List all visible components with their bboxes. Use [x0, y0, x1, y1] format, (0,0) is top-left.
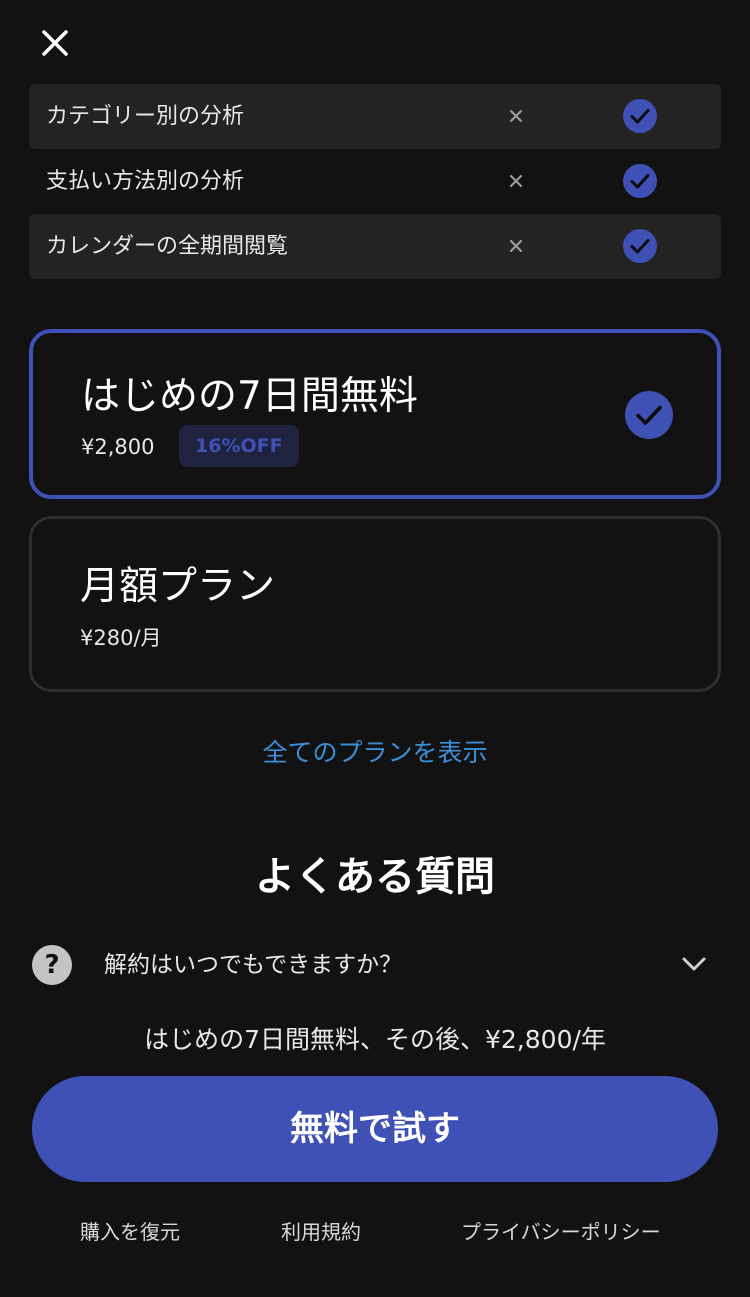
feature-row-category: カテゴリー別の分析: [29, 84, 721, 149]
x-icon: [507, 107, 525, 125]
check-icon: [623, 99, 657, 133]
terms-link[interactable]: 利用規約: [281, 1216, 361, 1245]
faq-item[interactable]: ? 解約はいつでもできますか？: [0, 936, 750, 996]
chevron-down-icon[interactable]: [681, 954, 707, 974]
plan-title: 月額プラン: [80, 564, 276, 609]
faq-question: 解約はいつでもできますか？: [104, 952, 403, 978]
feature-label: カレンダーの全期間閲覧: [46, 234, 289, 259]
plan-price: ¥280/月: [80, 626, 162, 650]
privacy-policy-link[interactable]: プライバシーポリシー: [461, 1216, 661, 1245]
check-icon: [623, 164, 657, 198]
feature-row-payment-method: 支払い方法別の分析: [29, 149, 721, 214]
start-free-trial-button[interactable]: 無料で試す: [32, 1076, 718, 1182]
close-icon: [42, 30, 68, 56]
show-all-plans-link[interactable]: 全てのプランを表示: [0, 733, 750, 769]
plan-title: はじめの7日間無料: [81, 374, 418, 419]
plan-card-annual-trial[interactable]: はじめの7日間無料 ¥2,800 16%OFF: [29, 329, 721, 499]
restore-purchase-link[interactable]: 購入を復元: [80, 1216, 180, 1245]
feature-label: 支払い方法別の分析: [46, 169, 245, 194]
faq-answer: はじめの7日間無料、その後、¥2,800/年: [144, 1025, 606, 1054]
selected-check-icon: [625, 391, 673, 439]
plan-card-monthly[interactable]: 月額プラン ¥280/月: [29, 516, 721, 692]
plan-price: ¥2,800: [81, 435, 155, 459]
discount-badge: 16%OFF: [179, 425, 299, 467]
feature-row-calendar: カレンダーの全期間閲覧: [29, 214, 721, 279]
x-icon: [507, 172, 525, 190]
feature-label: カテゴリー別の分析: [46, 104, 245, 129]
close-button[interactable]: [38, 26, 72, 60]
check-icon: [623, 229, 657, 263]
faq-heading: よくある質問: [255, 854, 495, 900]
question-icon: ?: [32, 945, 72, 985]
x-icon: [507, 237, 525, 255]
